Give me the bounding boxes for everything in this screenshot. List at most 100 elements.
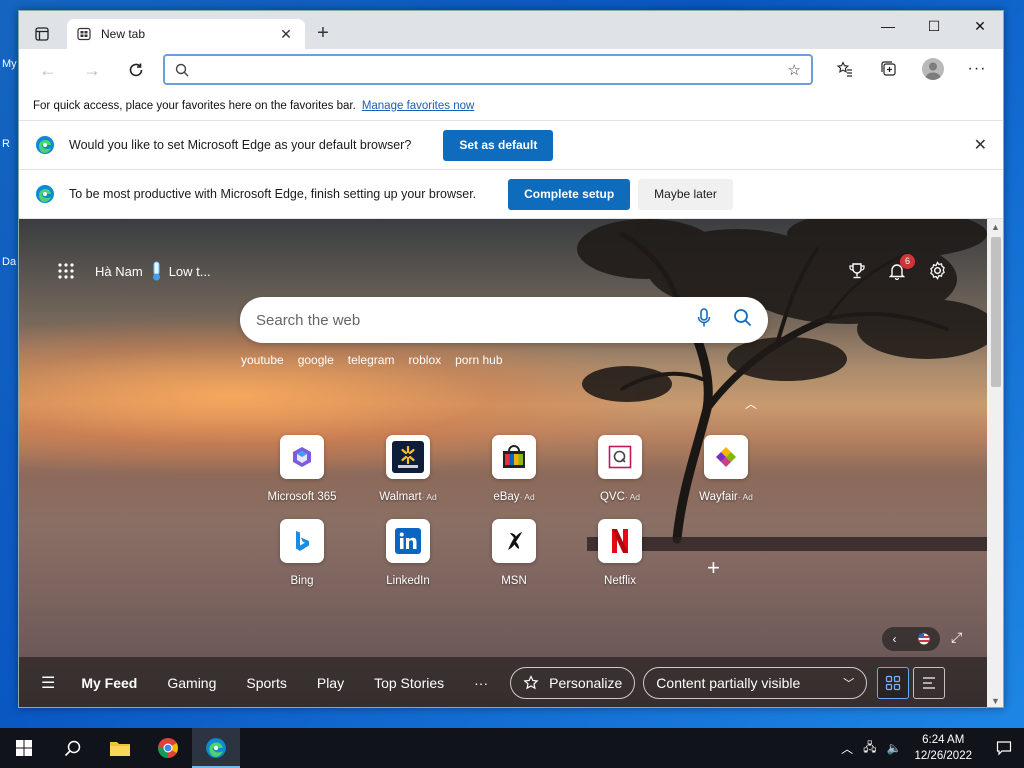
microphone-icon (697, 307, 711, 326)
trending-link[interactable]: telegram (348, 353, 395, 367)
personalize-button[interactable]: Personalize (510, 667, 636, 699)
search-submit-button[interactable] (733, 308, 752, 332)
quick-link-linkedin[interactable]: LinkedIn (355, 519, 461, 587)
tab-title: New tab (101, 27, 146, 41)
scroll-up-icon[interactable]: ▲ (991, 222, 1000, 232)
quick-link-label: eBay (493, 491, 520, 503)
desktop-icon-label: R (2, 138, 10, 150)
maybe-later-button[interactable]: Maybe later (638, 178, 733, 210)
add-favorite-icon[interactable]: ☆ (788, 61, 801, 79)
title-bar: New tab ✕ + — ☐ ✕ (19, 11, 1003, 49)
app-launcher-icon[interactable] (57, 262, 75, 280)
minimize-button[interactable]: — (865, 11, 911, 41)
fullscreen-icon[interactable]: ⤢ (951, 629, 962, 646)
thermometer-icon (152, 261, 160, 281)
search-placeholder: Search the web (256, 311, 361, 329)
settings-more-button[interactable]: ··· (961, 53, 993, 85)
quick-link-qvc[interactable]: QVC· Ad (567, 435, 673, 503)
quick-link-label: Netflix (604, 575, 636, 587)
chrome-button[interactable] (144, 728, 192, 768)
show-hidden-icons-button[interactable]: ︿ (841, 740, 853, 757)
quick-link-netflix[interactable]: Netflix (567, 519, 673, 587)
grid-layout-button[interactable] (877, 667, 910, 699)
hamburger-menu-icon[interactable]: ☰ (41, 673, 55, 693)
tab-new-tab[interactable]: New tab ✕ (67, 19, 305, 49)
rewards-button[interactable] (848, 262, 866, 285)
favorites-bar: For quick access, place your favorites h… (19, 91, 1003, 121)
trending-link[interactable]: porn hub (455, 353, 502, 367)
trending-link[interactable]: roblox (408, 353, 441, 367)
close-infobar-button[interactable]: ✕ (974, 135, 987, 155)
weather-location[interactable]: Hà Nam (95, 264, 143, 279)
collapse-tiles-icon[interactable]: ︿ (745, 395, 757, 412)
manage-favorites-link[interactable]: Manage favorites now (362, 100, 475, 112)
background-pager: ‹ (882, 627, 940, 651)
feed-tab-top-stories[interactable]: Top Stories (374, 675, 444, 691)
feed-tab-my-feed[interactable]: My Feed (81, 675, 137, 691)
quick-link-walmart[interactable]: Walmart· Ad (355, 435, 461, 503)
quick-link-label: Wayfair (699, 491, 738, 503)
maximize-button[interactable]: ☐ (911, 11, 957, 41)
microphone-button[interactable] (697, 307, 711, 333)
address-bar[interactable]: ☆ (163, 54, 813, 85)
grid-icon (886, 675, 901, 691)
notification-badge: 6 (900, 253, 915, 269)
edge-taskbar-button[interactable] (192, 728, 240, 768)
tab-close-button[interactable]: ✕ (277, 26, 295, 43)
quick-link-ebay[interactable]: eBay· Ad (461, 435, 567, 503)
close-window-button[interactable]: ✕ (957, 11, 1003, 41)
profile-button[interactable] (917, 53, 949, 85)
add-quick-link-button[interactable]: + (707, 555, 720, 581)
favorites-button[interactable] (829, 53, 861, 85)
network-icon[interactable]: 🖧 (863, 738, 876, 759)
quick-link-microsoft-365[interactable]: Microsoft 365 (249, 435, 355, 503)
quick-link-bing[interactable]: Bing (249, 519, 355, 587)
ad-marker: · Ad (624, 492, 641, 502)
notification-icon (996, 741, 1012, 756)
address-input[interactable] (199, 62, 788, 77)
search-icon (64, 740, 80, 756)
volume-icon[interactable]: 🔈 (886, 741, 901, 755)
list-icon (923, 677, 936, 689)
trending-link[interactable]: youtube (241, 353, 284, 367)
trending-link[interactable]: google (298, 353, 334, 367)
taskbar-search-button[interactable] (48, 728, 96, 768)
chevron-left-icon[interactable]: ‹ (893, 632, 897, 646)
feed-tab-play[interactable]: Play (317, 675, 344, 691)
forward-button[interactable]: → (75, 53, 109, 87)
feed-tab-gaming[interactable]: Gaming (167, 675, 216, 691)
set-as-default-button[interactable]: Set as default (443, 129, 554, 161)
scroll-down-icon[interactable]: ▼ (991, 696, 1000, 706)
web-search-box[interactable]: Search the web (240, 297, 768, 343)
more-feed-tabs-button[interactable]: ··· (474, 675, 488, 691)
windows-logo-icon (16, 740, 32, 756)
page-settings-button[interactable] (928, 261, 947, 285)
list-layout-button[interactable] (913, 667, 946, 699)
clock-time: 6:24 AM (922, 734, 965, 746)
chrome-logo-icon (157, 738, 179, 759)
start-button[interactable] (0, 728, 48, 768)
refresh-button[interactable] (119, 53, 153, 87)
quick-link-wayfair[interactable]: Wayfair· Ad (673, 435, 779, 503)
ntp-header-left: Hà Nam Low t... (57, 261, 211, 281)
tab-actions-button[interactable] (27, 22, 57, 46)
system-tray: ︿ 🖧 🔈 6:24 AM 12/26/2022 (836, 728, 1024, 768)
complete-setup-button[interactable]: Complete setup (508, 178, 631, 210)
action-center-button[interactable] (984, 728, 1024, 768)
content-visibility-dropdown[interactable]: Content partially visible ﹀ (643, 667, 868, 699)
quick-link-msn[interactable]: MSN (461, 519, 567, 587)
scrollbar-thumb[interactable] (991, 237, 1001, 387)
feed-tab-sports[interactable]: Sports (246, 675, 286, 691)
collections-button[interactable] (873, 53, 905, 85)
search-icon (175, 63, 189, 76)
notifications-button[interactable]: 6 (888, 253, 915, 285)
edge-logo-icon (36, 185, 54, 203)
new-tab-page: Hà Nam Low t... 6 Search the web youtube… (19, 219, 987, 707)
page-scrollbar[interactable]: ▲ ▼ (987, 219, 1003, 707)
weather-summary[interactable]: Low t... (169, 264, 211, 279)
new-tab-button[interactable]: + (311, 21, 335, 45)
file-explorer-button[interactable] (96, 728, 144, 768)
back-button[interactable]: ← (31, 53, 65, 87)
microsoft-365-logo-icon (280, 435, 324, 479)
clock[interactable]: 6:24 AM 12/26/2022 (914, 732, 972, 764)
